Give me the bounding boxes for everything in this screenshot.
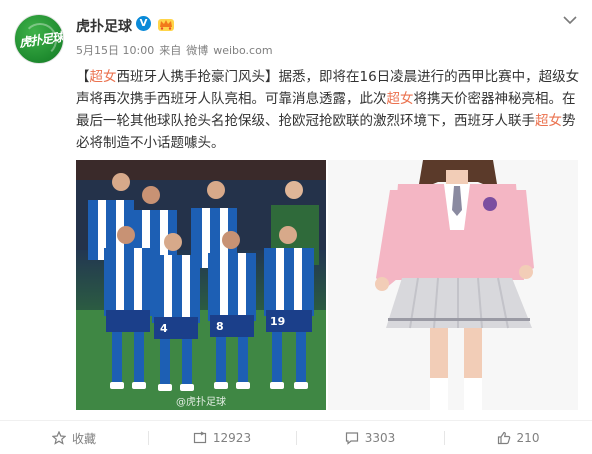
image-watermark: @虎扑足球 <box>176 397 226 408</box>
team-photo[interactable]: 4 8 19 <box>76 160 326 410</box>
post-meta: 5月15日 10:00 来自 微博 weibo.com <box>76 42 278 58</box>
weibo-post-card: 虎扑足球 虎扑足球 V 5月15日 10:00 来自 微博 weibo.com 【超女… <box>0 0 592 454</box>
comment-count: 3303 <box>364 431 396 445</box>
favorite-label: 收藏 <box>71 431 96 446</box>
repost-button[interactable]: 12923 <box>148 421 296 454</box>
star-icon <box>51 431 66 445</box>
like-count: 210 <box>516 431 540 445</box>
team-photo-illustration: 4 8 19 <box>76 160 326 410</box>
favorite-button[interactable]: 收藏 <box>0 421 148 454</box>
verified-icon: V <box>136 16 151 31</box>
comment-icon <box>345 432 358 445</box>
user-name[interactable]: 虎扑足球 <box>76 16 132 36</box>
topic-keyword-link[interactable]: 超女 <box>387 91 414 107</box>
idol-photo-illustration <box>328 160 578 410</box>
post-source[interactable]: 微博 <box>186 44 208 57</box>
comment-button[interactable]: 3303 <box>296 421 444 454</box>
jersey-number: 4 <box>160 322 168 335</box>
repost-count: 12923 <box>212 431 252 445</box>
jersey-number: 8 <box>216 320 224 333</box>
topic-keyword-link[interactable]: 超女 <box>535 113 562 129</box>
thumbs-up-icon <box>497 431 510 445</box>
repost-icon <box>193 431 207 444</box>
like-button[interactable]: 210 <box>444 421 592 454</box>
action-bar: 收藏 12923 3303 210 <box>0 420 592 454</box>
avatar[interactable]: 虎扑足球 <box>14 14 64 64</box>
chevron-down-icon[interactable] <box>562 14 578 26</box>
vip-crown-icon[interactable] <box>157 15 175 32</box>
topic-keyword-link[interactable]: 超女 <box>90 69 117 85</box>
source-prefix: 来自 <box>159 44 182 57</box>
jersey-number: 19 <box>270 315 285 328</box>
post-text: 【超女西班牙人携手抢豪门风头】据悉，即将在16日凌晨进行的西甲比赛中，超级女声将… <box>76 66 582 154</box>
source-domain: weibo.com <box>213 44 273 57</box>
post-date[interactable]: 5月15日 10:00 <box>76 44 154 57</box>
post-text-segment: 【 <box>76 69 90 85</box>
idol-photo[interactable] <box>328 160 578 410</box>
